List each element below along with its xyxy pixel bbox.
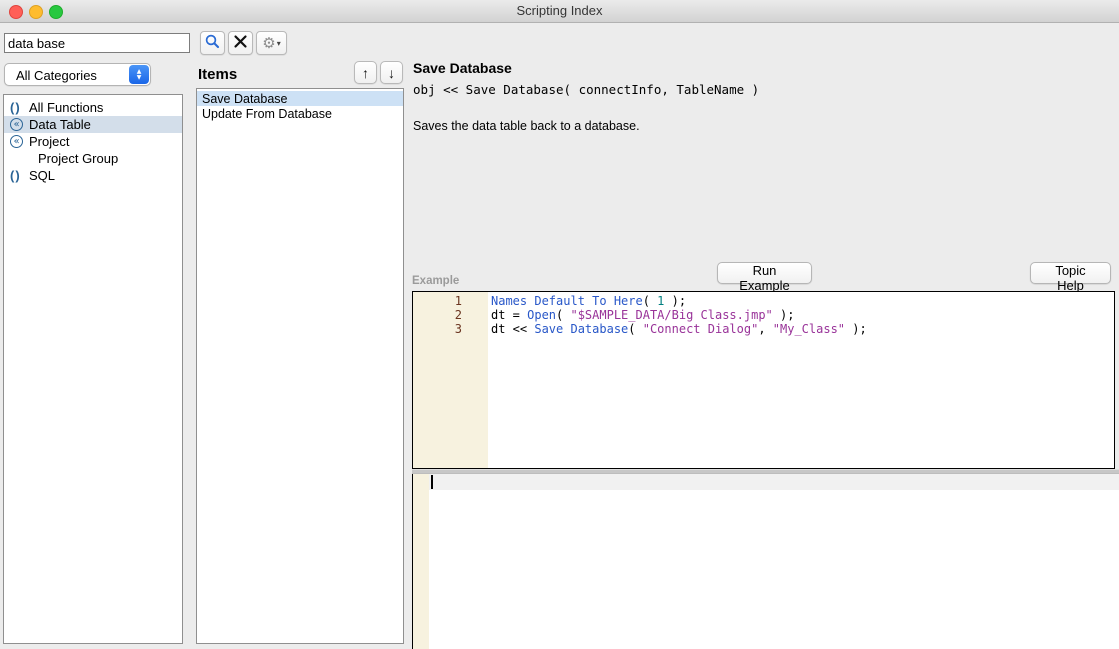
item-row[interactable]: Update From Database [197,106,403,121]
line-number: 3 [454,322,462,336]
window-title: Scripting Index [516,3,603,18]
send-message-icon: « [10,135,29,148]
parentheses-icon: () [10,168,21,183]
line-number: 1 [454,294,462,308]
example-code-editor[interactable]: 123 Names Default To Here( 1 ); dt = Open… [412,291,1115,469]
items-panel-title: Items [198,66,238,83]
dropdown-stepper-icon: ▲ ▼ [129,65,149,84]
category-row[interactable]: Project Group [4,150,182,167]
down-arrow-icon: ↓ [388,64,395,81]
detail-description: Saves the data table back to a database. [413,119,640,133]
code-line: dt = Open( "$SAMPLE_DATA/Big Class.jmp" … [491,308,795,322]
titlebar: Scripting Index [0,0,1119,23]
line-number: 2 [454,308,462,322]
line-number-gutter: 123 [413,292,488,468]
category-label: Project [29,134,70,149]
topic-help-button[interactable]: Topic Help [1030,262,1111,293]
previous-item-button[interactable]: ↑ [354,61,377,84]
category-label: SQL [29,168,56,183]
code-line: dt << Save Database( "Connect Dialog", "… [491,322,867,336]
send-message-icon: « [10,118,29,131]
example-label: Example [412,275,460,287]
x-mark-icon [233,34,248,52]
item-label: Update From Database [202,106,332,121]
detail-syntax: obj << Save Database( connectInfo, Table… [413,82,760,97]
run-example-button[interactable]: Run Example [717,262,812,293]
category-label: Project Group [38,151,119,166]
current-line-highlight [429,474,1119,490]
log-editor[interactable] [412,474,1119,649]
category-list[interactable]: () All Functions «Data Table «Project Projec… [3,94,183,644]
magnifier-icon [204,33,221,53]
code-line: Names Default To Here( 1 ); [491,294,687,308]
category-dropdown-value: All Categories [16,68,97,83]
next-item-button[interactable]: ↓ [380,61,403,84]
item-label: Save Database [202,91,288,106]
parentheses-icon: () [10,100,21,115]
log-gutter [413,474,429,649]
settings-menu-button[interactable]: ⚙ ▾ [256,31,287,55]
search-button[interactable] [200,31,225,55]
category-row[interactable]: () All Functions [4,99,182,116]
category-label: All Functions [29,100,104,115]
category-dropdown[interactable]: All Categories ▲ ▼ [4,63,151,86]
items-list[interactable]: Save Database Update From Database [196,88,404,644]
code-lines[interactable]: Names Default To Here( 1 ); dt = Open( "$… [488,292,1114,468]
chevron-down-icon: ▾ [276,38,281,48]
category-label: Data Table [29,117,91,132]
item-row[interactable]: Save Database [197,91,403,106]
category-row[interactable]: () SQL [4,167,182,184]
scripting-index-window: Scripting Index ⚙ ▾ All Categories ▲▼ ()… [0,0,1119,649]
category-row[interactable]: «Data Table [4,116,182,133]
up-arrow-icon: ↑ [362,64,369,81]
detail-title: Save Database [413,60,512,76]
category-row[interactable]: «Project [4,133,182,150]
search-input[interactable] [4,33,190,53]
text-cursor [431,475,433,489]
gear-icon: ⚙ [262,33,276,52]
clear-search-button[interactable] [228,31,253,55]
